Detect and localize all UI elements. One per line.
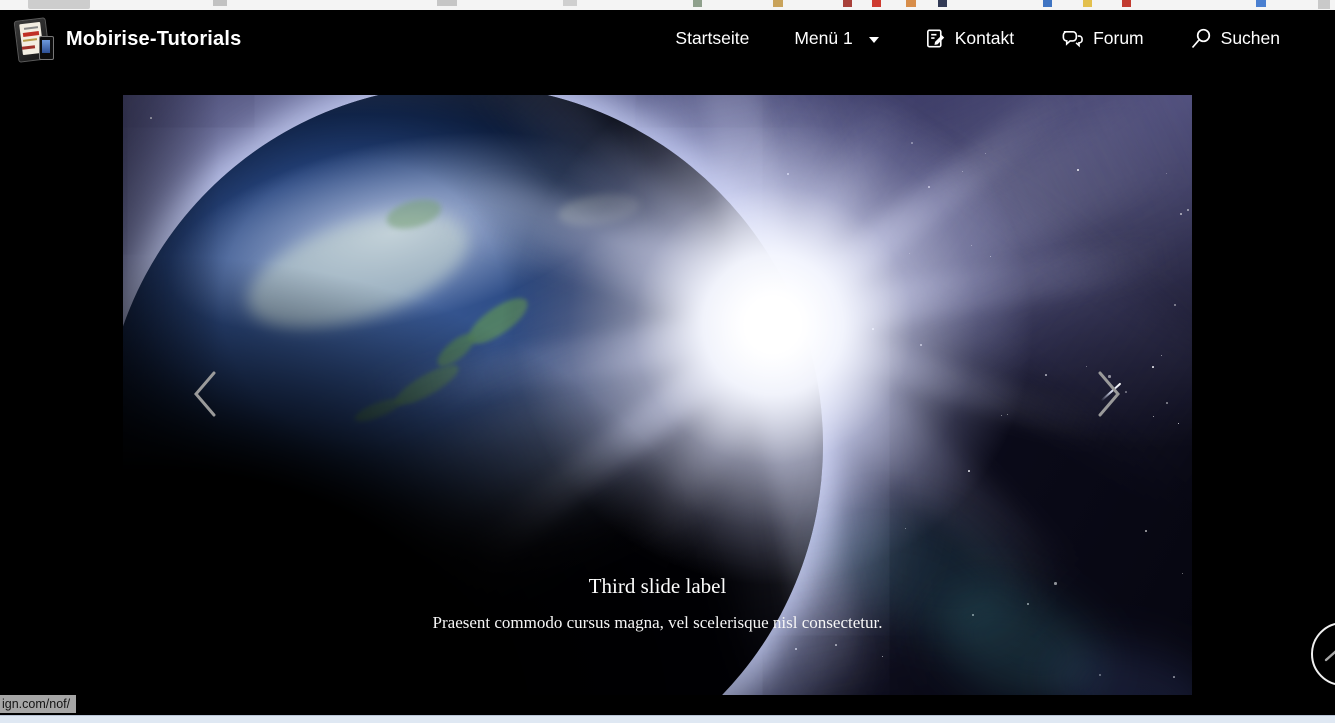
taskbar-strip (0, 715, 1335, 723)
nav-item-forum[interactable]: Forum (1059, 27, 1144, 50)
chevron-left-icon (188, 408, 222, 423)
magnifier-icon (1189, 27, 1213, 51)
tab-sliver (563, 0, 577, 6)
slide-title: Third slide label (123, 574, 1192, 599)
tab-sliver (437, 0, 457, 6)
favicon-sliver (843, 0, 852, 7)
chevron-right-icon (1092, 408, 1126, 423)
nav-item-kontakt[interactable]: Kontakt (924, 27, 1014, 50)
favicon-sliver (1122, 0, 1131, 7)
hero-carousel: Third slide label Praesent commodo cursu… (123, 95, 1192, 695)
scroll-to-top-button[interactable] (1311, 622, 1335, 686)
carousel-next-button[interactable] (1085, 365, 1133, 425)
tab-sliver (213, 0, 227, 6)
nav-label: Forum (1093, 28, 1144, 49)
nav-item-startseite[interactable]: Startseite (675, 28, 749, 49)
book-and-phone-logo-icon (13, 15, 57, 63)
browser-chrome-strip (0, 0, 1335, 10)
brand-link[interactable]: Mobirise-Tutorials (13, 15, 241, 63)
caret-down-icon (869, 37, 879, 43)
navbar: Mobirise-Tutorials Startseite Menü 1 Kon… (0, 10, 1335, 90)
favicon-sliver (773, 0, 783, 7)
favicon-sliver (906, 0, 916, 7)
favicon-sliver (1256, 0, 1266, 7)
tab-sliver (28, 0, 90, 9)
favicon-sliver (1043, 0, 1052, 7)
brand-title: Mobirise-Tutorials (66, 28, 241, 51)
nav-item-menue-1[interactable]: Menü 1 (794, 28, 878, 49)
chevron-up-circle-icon (1313, 672, 1335, 687)
main-menu: Startseite Menü 1 Kontakt (675, 10, 1280, 67)
slide-description: Praesent commodo cursus magna, vel scele… (123, 613, 1192, 633)
chat-bubbles-icon (1059, 27, 1085, 50)
tab-sliver (1318, 0, 1330, 9)
nav-label: Menü 1 (794, 28, 852, 49)
favicon-sliver (872, 0, 881, 7)
nav-label: Startseite (675, 28, 749, 49)
edit-note-icon (924, 27, 947, 50)
status-bar-url: ign.com/nof/ (0, 695, 76, 713)
page: { "navbar": { "brand": "Mobirise-Tutoria… (0, 0, 1335, 723)
favicon-sliver (693, 0, 702, 7)
nav-item-suchen[interactable]: Suchen (1189, 27, 1280, 51)
nav-label: Suchen (1221, 28, 1280, 49)
nav-label: Kontakt (955, 28, 1014, 49)
night-vignette (123, 95, 1192, 695)
carousel-prev-button[interactable] (181, 365, 229, 425)
favicon-sliver (938, 0, 947, 7)
favicon-sliver (1083, 0, 1092, 7)
